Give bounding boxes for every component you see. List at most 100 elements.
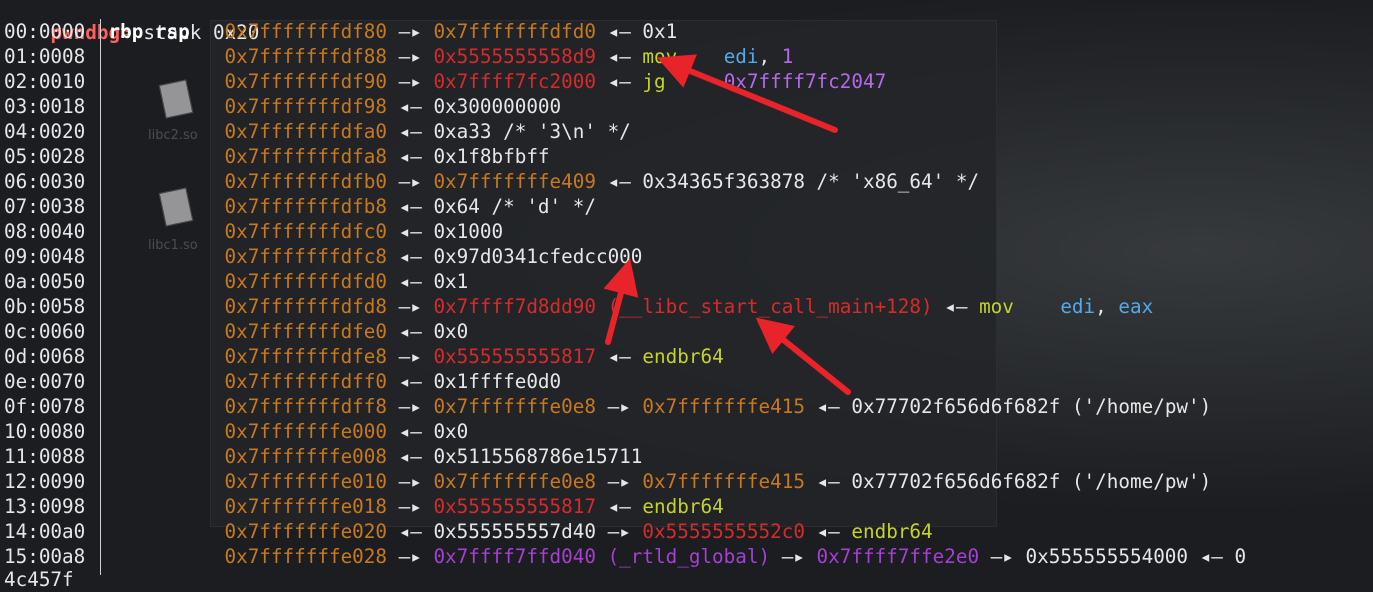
- pointer-arrow: —▸: [770, 545, 817, 568]
- plain-value: ,: [1095, 295, 1119, 318]
- stack-value: 0x7fffffffe415: [642, 470, 805, 493]
- plain-value: 0x5115568786e15711: [433, 445, 643, 468]
- plain-value: 0x555555554000: [1025, 545, 1189, 568]
- code-value: 0x7ffff7d8dd90 (__libc_start_call_main+1…: [433, 295, 933, 318]
- stack-value: 0x7fffffffdff0: [224, 370, 388, 393]
- pointer-arrow: ◂—: [595, 70, 643, 93]
- plain-value: 0x1: [433, 270, 469, 293]
- plain-value: 0x1ffffe0d0: [433, 370, 562, 393]
- stack-value: 0x7fffffffe008: [224, 445, 388, 468]
- pointer-arrow: —▸: [387, 395, 434, 418]
- stack-value: 0x7fffffffdf80: [224, 20, 388, 43]
- stack-row: 05:0028 0x7fffffffdfa8 ◂— 0x1f8bfbff: [4, 144, 550, 169]
- stack-value: 0x7fffffffdfa8: [224, 145, 388, 168]
- pointer-arrow: —▸: [595, 395, 643, 418]
- stack-offset: 0e:0070: [4, 370, 86, 393]
- stack-offset: 08:0040: [4, 220, 86, 243]
- mnem-value: mov: [979, 295, 1061, 318]
- pointer-arrow: —▸: [595, 520, 643, 543]
- mnem-value: endbr64: [851, 520, 933, 543]
- stack-offset: 15:00a8: [4, 545, 86, 568]
- pointer-arrow: ◂—: [387, 245, 434, 268]
- stack-value: 0x7fffffffdfd8: [224, 295, 388, 318]
- pointer-arrow: ◂—: [595, 45, 643, 68]
- stack-value: 0x7fffffffe415: [642, 395, 805, 418]
- stack-row: 0b:0058 0x7fffffffdfd8 —▸ 0x7ffff7d8dd90…: [4, 294, 1153, 319]
- stack-value: 0x7fffffffdfd0: [433, 20, 596, 43]
- plain-value: 0x0: [433, 320, 469, 343]
- stack-row: 02:0010 0x7fffffffdf90 —▸ 0x7ffff7fc2000…: [4, 69, 886, 94]
- stack-row: 00:0000 rbp rsp 0x7fffffffdf80 —▸ 0x7ffff…: [4, 19, 677, 44]
- stack-value: 0x7fffffffdfa0: [224, 120, 388, 143]
- stack-offset: 07:0038: [4, 195, 86, 218]
- stack-value: 0x7fffffffdfd0: [224, 270, 388, 293]
- stack-value: 0x7fffffffe020: [224, 520, 388, 543]
- continuation-text: 4c457f: [4, 568, 74, 591]
- stack-row: 0f:0078 0x7fffffffdff8 —▸ 0x7fffffffe0e8…: [4, 394, 1211, 419]
- pointer-arrow: —▸: [387, 70, 434, 93]
- plain-value: 0x77702f656d6f682f ('/home/pw'): [851, 470, 1212, 493]
- stack-value: 0x7fffffffe028: [224, 545, 388, 568]
- stack-offset: 03:0018: [4, 95, 86, 118]
- stack-offset: 00:0000: [4, 20, 86, 43]
- stack-offset: 0c:0060: [4, 320, 86, 343]
- stack-row: 13:0098 0x7fffffffe018 —▸ 0x555555555817…: [4, 494, 724, 519]
- pointer-arrow: ◂—: [804, 395, 852, 418]
- stack-value: 0x7fffffffdfe8: [224, 345, 388, 368]
- stack-row: 0c:0060 0x7fffffffdfe0 ◂— 0x0: [4, 319, 468, 344]
- stack-value: 0x7fffffffdfc8: [224, 245, 388, 268]
- pointer-arrow: ◂—: [387, 420, 434, 443]
- stack-row: 0a:0050 0x7fffffffdfd0 ◂— 0x1: [4, 269, 468, 294]
- stack-value: 0x7fffffffdf88: [224, 45, 388, 68]
- stack-offset: 0f:0078: [4, 395, 86, 418]
- plain-value: 0xa33 /* '3\n' */: [433, 120, 631, 143]
- mnem-value: endbr64: [642, 495, 724, 518]
- op-value: edi: [1060, 295, 1096, 318]
- pointer-arrow: —▸: [387, 545, 434, 568]
- stack-row: 01:0008 0x7fffffffdf88 —▸ 0x5555555558d9…: [4, 44, 793, 69]
- stack-row: 08:0040 0x7fffffffdfc0 ◂— 0x1000: [4, 219, 503, 244]
- stack-offset: 04:0020: [4, 120, 86, 143]
- stack-row: 14:00a0 0x7fffffffe020 ◂— 0x555555557d40…: [4, 519, 933, 544]
- pointer-arrow: ◂—: [387, 120, 434, 143]
- pointer-arrow: ◂—: [387, 95, 434, 118]
- stack-value: 0x7fffffffe0e8: [433, 470, 596, 493]
- continuation-line: 4c457f: [4, 567, 74, 592]
- pointer-arrow: —▸: [387, 170, 434, 193]
- terminal[interactable]: pwndbg> stack 0x20 00:0000 rbp rsp 0x7fff…: [0, 0, 1373, 591]
- pointer-arrow: —▸: [387, 345, 434, 368]
- pointer-arrow: —▸: [387, 295, 434, 318]
- stack-offset: 0d:0068: [4, 345, 86, 368]
- plain-value: 0x34365f363878 /* 'x86_64' */: [642, 170, 980, 193]
- pointer-arrow: —▸: [595, 470, 643, 493]
- stack-value: 0x7fffffffe0e8: [433, 395, 596, 418]
- stack-row: 03:0018 0x7fffffffdf98 ◂— 0x300000000: [4, 94, 561, 119]
- plain-value: 0x64 /* 'd' */: [433, 195, 596, 218]
- stack-row: 09:0048 0x7fffffffdfc8 ◂— 0x97d0341cfedc…: [4, 244, 642, 269]
- stack-row: 04:0020 0x7fffffffdfa0 ◂— 0xa33 /* '3\n'…: [4, 119, 631, 144]
- pointer-arrow: ◂—: [387, 320, 434, 343]
- opp-value: 0x7ffff7fc2047: [723, 70, 887, 93]
- code-value: 0x555555555817: [433, 345, 596, 368]
- heap-value: 0x7ffff7ffd040 (_rtld_global): [433, 545, 771, 568]
- pointer-arrow: ◂—: [387, 220, 434, 243]
- stack-offset: 0a:0050: [4, 270, 86, 293]
- pointer-arrow: ◂—: [932, 295, 980, 318]
- pointer-arrow: ◂—: [387, 270, 434, 293]
- stack-offset: 01:0008: [4, 45, 86, 68]
- stack-row: 15:00a8 0x7fffffffe028 —▸ 0x7ffff7ffd040…: [4, 544, 1246, 569]
- stack-value: 0x7fffffffdfe0: [224, 320, 388, 343]
- stack-value: 0x7fffffffdff8: [224, 395, 388, 418]
- plain-value: 0x97d0341cfedcc000: [433, 245, 643, 268]
- prompt-line: pwndbg> stack 0x20: [4, 0, 259, 44]
- plain-value: 0: [1234, 545, 1247, 568]
- opp-value: 1: [781, 45, 794, 68]
- stack-offset: 0b:0058: [4, 295, 86, 318]
- stack-value: 0x7fffffffe000: [224, 420, 388, 443]
- stack-offset: 12:0090: [4, 470, 86, 493]
- pointer-arrow: —▸: [387, 470, 434, 493]
- plain-value: ,: [758, 45, 782, 68]
- stack-row: 0e:0070 0x7fffffffdff0 ◂— 0x1ffffe0d0: [4, 369, 561, 394]
- pointer-arrow: ◂—: [595, 170, 643, 193]
- pointer-arrow: ◂—: [387, 520, 434, 543]
